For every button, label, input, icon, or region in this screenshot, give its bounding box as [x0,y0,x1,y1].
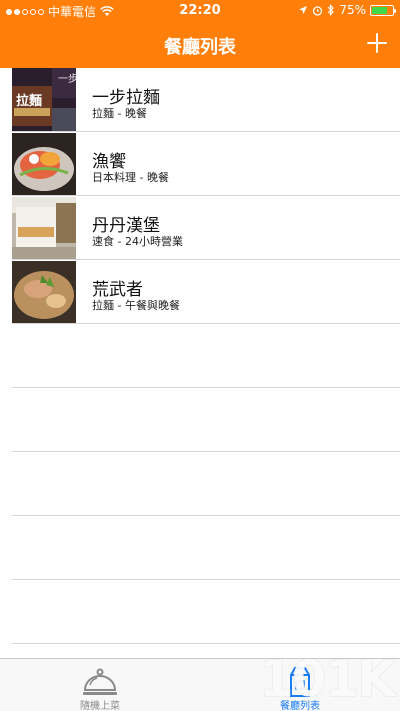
add-restaurant-button[interactable] [364,30,390,56]
list-item[interactable]: 漁饗 日本料理 - 晚餐 [0,132,400,196]
alarm-icon [313,5,323,16]
restaurant-meta: 拉麵 - 午餐與晚餐 [92,299,180,312]
svg-text:一步: 一步 [58,73,76,85]
restaurant-photo: 一步 拉麵 [12,68,76,131]
status-bar: 中華電信 22:20 75% [0,0,400,22]
empty-row [0,580,400,644]
bluetooth-icon [327,4,335,16]
empty-row [0,452,400,516]
watermark-logo: 101K [258,650,396,708]
restaurant-photo [12,197,76,259]
tab-random-dish[interactable]: 隨機上菜 [0,659,200,711]
battery-percent: 75% [339,3,366,17]
list-item[interactable]: 丹丹漢堡 速食 - 24小時營業 [0,196,400,260]
restaurant-list[interactable]: 一步 拉麵 一步拉麵 拉麵 - 晚餐 漁饗 日本料理 - 晚餐 丹丹漢堡 速食 … [0,68,400,658]
page-title: 餐廳列表 [164,37,236,58]
thumb-sign-text: 拉麵 [16,93,42,109]
battery-icon [370,4,396,16]
restaurant-meta: 速食 - 24小時營業 [92,235,183,248]
restaurant-photo [12,133,76,195]
list-item[interactable]: 荒武者 拉麵 - 午餐與晚餐 [0,260,400,324]
location-arrow-icon [299,6,308,14]
empty-row [0,516,400,580]
tab-label: 隨機上菜 [80,701,120,711]
restaurant-photo [12,261,76,323]
restaurant-meta: 拉麵 - 晚餐 [92,107,147,120]
empty-row [0,388,400,452]
top-bar: 中華電信 22:20 75% 餐廳列表 [0,0,400,68]
restaurant-meta: 日本料理 - 晚餐 [92,171,169,184]
empty-row [0,324,400,388]
list-item[interactable]: 一步 拉麵 一步拉麵 拉麵 - 晚餐 [0,68,400,132]
cloche-icon [83,668,117,695]
